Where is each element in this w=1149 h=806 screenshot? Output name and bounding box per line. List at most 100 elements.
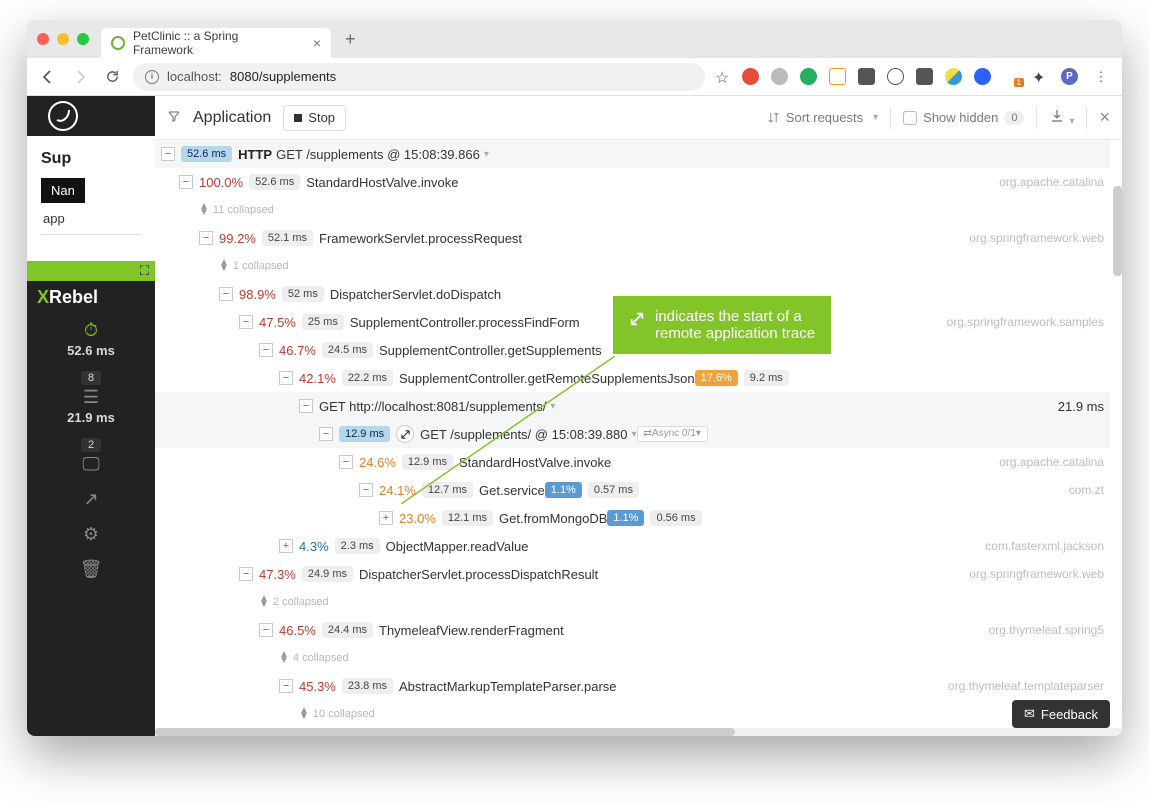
new-tab-button[interactable]: + (345, 29, 356, 50)
expand-toggle[interactable]: − (299, 399, 313, 413)
xrebel-trash[interactable]: 🗑 (27, 553, 155, 588)
back-button[interactable] (37, 66, 59, 88)
expand-toggle[interactable]: − (339, 455, 353, 469)
collapsed-row[interactable]: ▲▼2 collapsed (155, 588, 1110, 616)
extension-icon[interactable] (887, 68, 904, 85)
close-window-icon[interactable] (37, 33, 49, 45)
trace-root-row[interactable]: − 52.6 ms HTTP GET /supplements @ 15:08:… (155, 140, 1110, 168)
expand-toggle[interactable]: − (279, 679, 293, 693)
duration-pill: 12.9 ms (339, 426, 390, 442)
tab-close-icon[interactable]: × (313, 35, 321, 51)
expand-toggle[interactable]: + (279, 539, 293, 553)
profile-avatar-icon[interactable]: P (1061, 68, 1078, 85)
xrebel-screen[interactable]: 2 🖵 (27, 431, 155, 483)
chevron-down-icon[interactable]: ▾ (632, 429, 637, 440)
trace-row[interactable]: + 4.3% 2.3 ms ObjectMapper.readValue com… (155, 532, 1110, 560)
extension-icon[interactable] (829, 68, 846, 85)
download-button[interactable]: ▾ (1049, 108, 1074, 127)
remote-url-row[interactable]: − GET http://localhost:8081/supplements/… (155, 392, 1110, 420)
expand-toggle[interactable]: − (279, 371, 293, 385)
expand-toggle[interactable]: − (199, 231, 213, 245)
show-hidden-toggle[interactable]: Show hidden 0 (903, 110, 1024, 125)
chevron-down-icon[interactable]: ▾ (484, 149, 489, 160)
maximize-window-icon[interactable] (77, 33, 89, 45)
extension-icon[interactable] (771, 68, 788, 85)
trace-row[interactable]: − 24.6% 12.9 ms StandardHostValve.invoke… (155, 448, 1110, 476)
extensions-puzzle-icon[interactable]: ✦ (1032, 68, 1049, 85)
expand-toggle[interactable]: − (259, 343, 273, 357)
forward-button[interactable] (69, 66, 91, 88)
async-badge[interactable]: ⇄ Async 0/1 ▾ (637, 426, 708, 442)
extension-icon[interactable] (945, 68, 962, 85)
stop-button[interactable]: Stop (283, 105, 346, 131)
trace-row[interactable]: − 42.1% 22.2 ms SupplementController.get… (155, 364, 1110, 392)
browser-menu-icon[interactable]: ⋮ (1090, 66, 1112, 88)
app-header (27, 96, 155, 136)
expand-toggle[interactable]: − (259, 623, 273, 637)
duration-pill: 24.9 ms (302, 566, 353, 582)
site-info-icon[interactable]: i (145, 70, 159, 84)
trace-row[interactable]: + 23.0% 12.1 ms Get.fromMongoDB 1.1% 0.5… (155, 504, 1110, 532)
callout-line2: remote application trace (655, 325, 815, 342)
feedback-button[interactable]: ✉ Feedback (1012, 700, 1110, 728)
badge-ms: 9.2 ms (744, 370, 789, 386)
collapsed-row[interactable]: ▲▼10 collapsed (155, 700, 1110, 728)
vertical-scrollbar[interactable] (1113, 184, 1122, 736)
expand-icon[interactable]: ⛶ (140, 263, 149, 279)
trace-row[interactable]: − 99.2% 52.1 ms FrameworkServlet.process… (155, 224, 1110, 252)
expand-toggle[interactable]: − (239, 315, 253, 329)
minimize-window-icon[interactable] (57, 33, 69, 45)
extension-icon[interactable] (858, 68, 875, 85)
trace-row[interactable]: − 47.3% 24.9 ms DispatcherServlet.proces… (155, 560, 1110, 588)
expand-toggle[interactable]: − (319, 427, 333, 441)
xrebel-db[interactable]: 8 ☰ 21.9 ms (27, 364, 155, 431)
callout-line1: indicates the start of a (655, 308, 815, 325)
database-icon: ☰ (27, 387, 155, 408)
remote-trace-icon (629, 311, 645, 327)
expand-toggle[interactable]: − (161, 147, 175, 161)
trace-row[interactable]: − 24.1% 12.7 ms Get.service 1.1% 0.57 ms… (155, 476, 1110, 504)
horizontal-scrollbar[interactable] (155, 728, 1122, 736)
extension-icon[interactable] (916, 68, 933, 85)
expand-toggle[interactable]: − (219, 287, 233, 301)
monitor-icon: 🖵 (27, 454, 155, 475)
filter-icon[interactable] (167, 109, 181, 126)
expand-toggle[interactable]: − (239, 567, 253, 581)
expand-toggle[interactable]: − (179, 175, 193, 189)
xrebel-sidebar: ⛶ XRebel ⏱ 52.6 ms 8 ☰ 21.9 ms 2 🖵 (27, 261, 155, 736)
chevron-down-icon[interactable]: ▾ (550, 401, 555, 412)
trace-row[interactable]: − 46.5% 24.4 ms ThymeleafView.renderFrag… (155, 616, 1110, 644)
bookmark-star-icon[interactable]: ☆ (715, 68, 732, 85)
extension-icon[interactable]: 1 (1003, 68, 1020, 85)
collapsed-text: 2 collapsed (273, 596, 329, 608)
checkbox-icon (903, 111, 917, 125)
expand-toggle[interactable]: − (359, 483, 373, 497)
package: org.springframework.samples (947, 315, 1110, 329)
collapsed-row[interactable]: ▲▼4 collapsed (155, 644, 1110, 672)
duration-pill: 24.4 ms (322, 622, 373, 638)
db-ms: 21.9 ms (27, 410, 155, 425)
request: GET /supplements/ @ 15:08:39.880 (420, 427, 627, 442)
xrebel-timer[interactable]: ⏱ 52.6 ms (27, 314, 155, 364)
remote-trace-row[interactable]: − 12.9 ms GET /supplements/ @ 15:08:39.8… (155, 420, 1110, 448)
xrebel-brand: XRebel (27, 281, 155, 314)
url-input[interactable]: i localhost:8080/supplements (133, 63, 705, 91)
trace-row[interactable]: − 45.3% 23.8 ms AbstractMarkupTemplatePa… (155, 672, 1110, 700)
xrebel-external[interactable]: ↗ (27, 483, 155, 518)
collapsed-row[interactable]: ▲▼1 collapsed (155, 252, 1110, 280)
browser-tab[interactable]: PetClinic :: a Spring Framework × (101, 28, 331, 58)
sort-label: Sort requests (786, 110, 863, 125)
remote-trace-icon (396, 425, 414, 443)
close-panel-button[interactable]: × (1099, 107, 1110, 128)
expand-toggle[interactable]: + (379, 511, 393, 525)
extension-icon[interactable] (800, 68, 817, 85)
extension-icon[interactable] (742, 68, 759, 85)
feedback-label: Feedback (1041, 707, 1098, 722)
sort-requests-dropdown[interactable]: Sort requests ▾ (767, 110, 878, 125)
trace-row[interactable]: − 100.0% 52.6 ms StandardHostValve.invok… (155, 168, 1110, 196)
xrebel-settings[interactable]: ⚙ (27, 518, 155, 553)
reload-button[interactable] (101, 66, 123, 88)
duration-pill: 25 ms (302, 314, 344, 330)
collapsed-row[interactable]: ▲▼11 collapsed (155, 196, 1110, 224)
extension-icon[interactable] (974, 68, 991, 85)
